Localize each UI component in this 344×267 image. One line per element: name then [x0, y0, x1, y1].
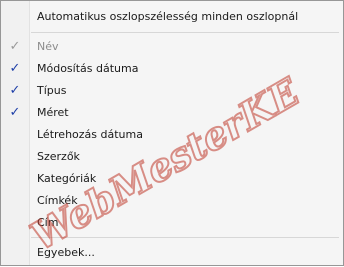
menu-item-label: Kategóriák [37, 172, 97, 185]
menu-item-label: Egyebek... [37, 246, 95, 259]
menu-item-column-9[interactable]: Cím [3, 212, 341, 233]
menu-item-label: Méret [37, 106, 69, 119]
menu-item-column-5[interactable]: Létrehozás dátuma [3, 124, 341, 145]
menu-item-column-2[interactable]: ✓ Módosítás dátuma [3, 58, 341, 79]
menu-item-label: Címkék [37, 194, 78, 207]
menu-item-column-8[interactable]: Címkék [3, 190, 341, 211]
checkmark-icon: ✓ [9, 61, 21, 76]
checkmark-icon: ✓ [9, 105, 21, 120]
menu-separator [31, 32, 339, 33]
menu-item-autofit-all-columns[interactable]: Automatikus oszlopszélesség minden oszlo… [3, 6, 341, 27]
menu-item-label: Név [37, 40, 59, 53]
menu-item-label: Szerzők [37, 150, 80, 163]
menu-item-more-columns[interactable]: Egyebek... [3, 242, 341, 263]
menu-item-column-7[interactable]: Kategóriák [3, 168, 341, 189]
menu-item-label: Létrehozás dátuma [37, 128, 143, 141]
menu-item-column-6[interactable]: Szerzők [3, 146, 341, 167]
menu-item-label: Típus [37, 84, 67, 97]
menu-item-column-4[interactable]: ✓ Méret [3, 102, 341, 123]
menu-separator [31, 237, 339, 238]
menu-item-column-3[interactable]: ✓ Típus [3, 80, 341, 101]
menu-item-label: Módosítás dátuma [37, 62, 139, 75]
menu-item-label: Automatikus oszlopszélesség minden oszlo… [37, 10, 299, 23]
menu-item-column-1: ✓ Név [3, 36, 341, 57]
menu-item-label: Cím [37, 216, 59, 229]
checkmark-icon: ✓ [9, 83, 21, 98]
column-context-menu: Automatikus oszlopszélesség minden oszlo… [0, 0, 344, 266]
checkmark-icon: ✓ [9, 39, 21, 54]
